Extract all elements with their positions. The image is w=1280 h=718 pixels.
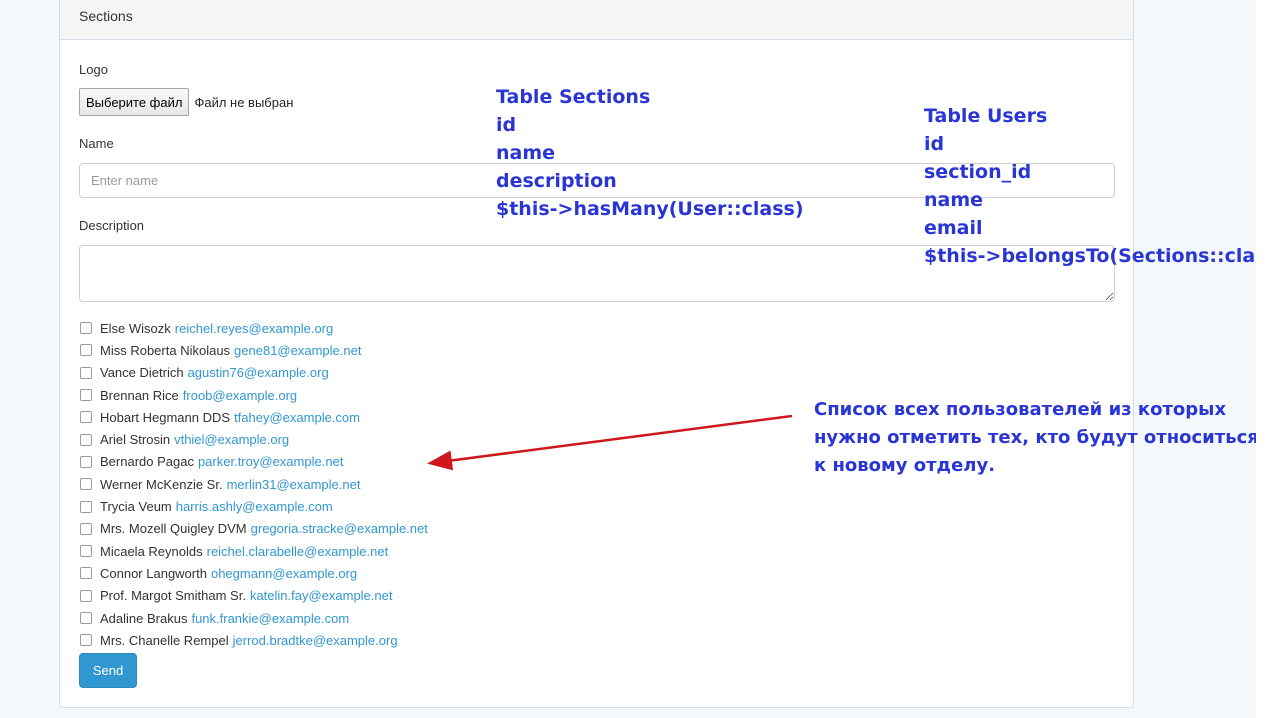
right-edge-bar [1256, 0, 1280, 718]
annotation-arrow [427, 414, 793, 471]
